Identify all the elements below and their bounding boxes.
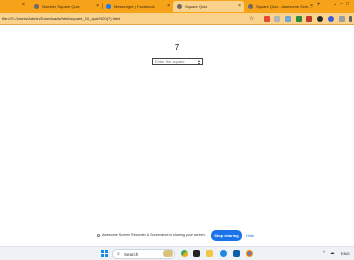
close-tab-icon[interactable]: ×	[310, 3, 313, 9]
extension-icon[interactable]	[317, 16, 323, 22]
widget-icon[interactable]	[163, 250, 173, 257]
quiz-number: 7	[174, 43, 180, 52]
extension-icon[interactable]	[296, 16, 302, 22]
copilot-icon[interactable]	[181, 250, 188, 257]
stop-sharing-button[interactable]: Stop sharing	[211, 230, 242, 241]
messenger-icon	[106, 4, 111, 9]
tab-label: Square Quiz	[185, 4, 208, 9]
extension-icon[interactable]	[274, 16, 280, 22]
windows-start-icon[interactable]	[101, 250, 108, 257]
network-icon[interactable]: ☁	[330, 250, 335, 256]
extension-icon[interactable]	[264, 16, 270, 22]
tab-label: Messenger | Facebook	[114, 4, 155, 9]
close-tab-icon[interactable]: ×	[167, 3, 170, 9]
answer-input[interactable]	[152, 58, 203, 65]
globe-icon	[248, 4, 253, 9]
profile-avatar[interactable]	[328, 16, 334, 22]
tab-search-icon[interactable]: ⌄	[333, 1, 337, 7]
screen-share-bar: Awesome Screen Recorder & Screenshot is …	[95, 229, 259, 243]
url-field[interactable]: file:///C:/Users/Admin/Downloads/html/sq…	[2, 16, 120, 21]
address-bar: file:///C:/Users/Admin/Downloads/html/sq…	[0, 13, 354, 25]
globe-icon	[34, 4, 39, 9]
share-message: Awesome Screen Recorder & Screenshot is …	[97, 233, 206, 237]
extension-icon[interactable]	[285, 16, 291, 22]
bookmark-star-icon[interactable]: ☆	[249, 15, 254, 22]
tab-number-square-quiz[interactable]: Number Square Quiz ×	[30, 1, 102, 12]
close-tab-icon[interactable]: ×	[96, 3, 99, 9]
menu-icon[interactable]	[349, 16, 352, 22]
screen-recorder-icon[interactable]	[306, 16, 312, 22]
browser-tab-bar: × Number Square Quiz × Messenger | Faceb…	[0, 0, 354, 13]
tab-messenger[interactable]: Messenger | Facebook ×	[102, 1, 173, 12]
maximize-icon[interactable]: □	[346, 1, 349, 7]
close-tab-icon[interactable]: ×	[238, 3, 241, 9]
edge-icon[interactable]	[220, 250, 227, 257]
chrome-icon[interactable]	[246, 250, 253, 257]
new-tab-button[interactable]: +	[317, 2, 321, 8]
close-tab-icon[interactable]: ×	[22, 2, 25, 8]
globe-icon	[177, 4, 182, 9]
share-indicator-icon	[97, 233, 100, 237]
number-spinner-icon[interactable]: ▴ ▾	[198, 59, 200, 66]
search-label: Search	[124, 252, 139, 257]
tab-square-quiz-recorder[interactable]: Square Quiz - Awesome Scre... ×	[244, 1, 316, 12]
store-icon[interactable]	[233, 250, 240, 257]
file-explorer-icon[interactable]	[206, 250, 213, 257]
extensions-puzzle-icon[interactable]	[339, 16, 345, 22]
tab-label: Number Square Quiz	[42, 4, 80, 9]
tab-square-quiz[interactable]: Square Quiz ×	[173, 1, 244, 12]
task-view-icon[interactable]	[193, 250, 200, 257]
taskbar: ⌕ Search ^ ☁ ENG	[0, 246, 354, 260]
share-message-text: Awesome Screen Recorder & Screenshot is …	[102, 233, 206, 237]
language-indicator[interactable]: ENG	[341, 251, 350, 256]
tab-label: Square Quiz - Awesome Scre...	[256, 4, 312, 9]
minimize-icon[interactable]: –	[340, 1, 343, 7]
hide-button[interactable]: Hide	[246, 233, 254, 238]
tray-chevron-icon[interactable]: ^	[323, 250, 325, 255]
search-icon: ⌕	[117, 251, 120, 257]
